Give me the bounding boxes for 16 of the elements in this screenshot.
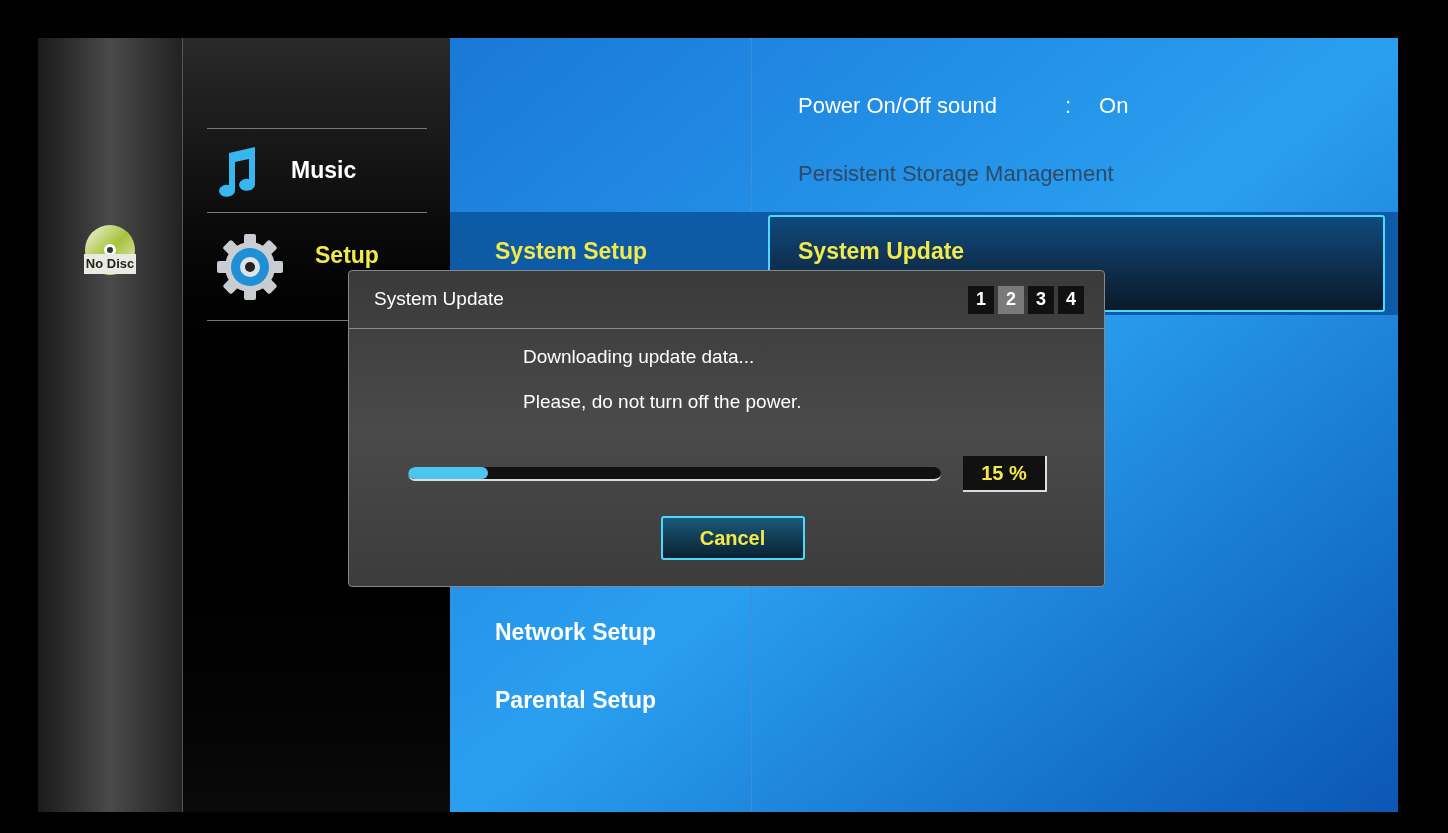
step-indicator: 4 [1058,285,1084,314]
setting-label: Persistent Storage Management [798,159,1114,188]
cancel-button[interactable]: Cancel [660,516,805,560]
step-indicator: 3 [1028,285,1054,314]
menu-item[interactable]: Music [207,129,427,213]
dialog-message: Downloading update data... [523,345,756,369]
separator: : [1064,91,1072,120]
setting-label: Power On/Off sound [798,91,997,120]
gear-icon [215,231,285,302]
submenu-item[interactable]: System Setup [495,234,648,269]
dialog-message: Please, do not turn off the power. [523,389,803,414]
progress-percentage: 15 % [963,456,1047,492]
step-indicator: 1 [968,285,994,314]
setting-value: On [1099,91,1129,120]
step-indicator: 2 [998,285,1024,314]
disc-status: No Disc [83,254,137,274]
